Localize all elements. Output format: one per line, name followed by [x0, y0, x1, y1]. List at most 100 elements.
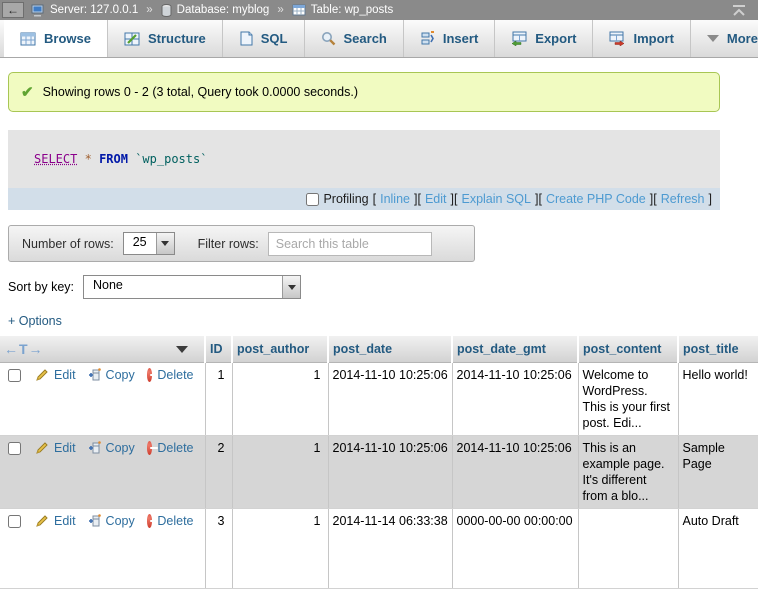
cell-id: 2 [205, 436, 232, 509]
tab-export[interactable]: Export [495, 20, 593, 57]
column-order-icon[interactable]: ←T→ [4, 341, 44, 357]
explain-sql-link[interactable]: Explain SQL [461, 192, 530, 206]
copy-row-link[interactable]: Copy [106, 440, 135, 456]
bracket: [ [538, 192, 541, 206]
table-row: Edit Copy Delete 1 1 2014-11-10 10:25:06… [0, 363, 758, 436]
breadcrumb-bar: ← Server: 127.0.0.1 » Database: myblog »… [0, 0, 758, 20]
chevron-down-icon [707, 35, 719, 42]
delete-row-link[interactable]: Delete [157, 367, 193, 383]
sort-by-key-row: Sort by key: None [8, 275, 758, 299]
sql-table-identifier: `wp_posts` [135, 152, 207, 166]
select-dropdown-button[interactable] [282, 276, 300, 298]
tab-browse[interactable]: Browse [4, 20, 108, 57]
edit-pencil-icon [35, 514, 49, 528]
select-dropdown-button[interactable] [156, 233, 174, 254]
back-arrow-icon: ← [7, 4, 19, 16]
cell-post-date-gmt: 2014-11-10 10:25:06 [452, 363, 578, 436]
sort-options-icon[interactable] [176, 346, 188, 353]
rows-per-page-select[interactable]: 25 [123, 232, 175, 255]
cell-id: 3 [205, 509, 232, 589]
sort-key-value: None [84, 276, 282, 298]
sort-key-select[interactable]: None [83, 275, 301, 299]
row-checkbox[interactable] [8, 369, 21, 382]
filter-rows-label: Filter rows: [198, 237, 259, 251]
edit-row-link[interactable]: Edit [54, 513, 76, 529]
delete-row-link[interactable]: Delete [157, 440, 193, 456]
row-checkbox[interactable] [8, 515, 21, 528]
cell-id: 1 [205, 363, 232, 436]
create-php-code-link[interactable]: Create PHP Code [546, 192, 646, 206]
bracket: [ [373, 192, 376, 206]
table-tab-bar: Browse Structure SQL Search Insert Expor… [0, 20, 758, 58]
breadcrumb-separator: » [146, 4, 152, 16]
cell-post-date: 2014-11-10 10:25:06 [328, 436, 452, 509]
column-header-post-date[interactable]: post_date [328, 336, 452, 363]
edit-row-link[interactable]: Edit [54, 440, 76, 456]
table-row: Edit Copy Delete 2 1 2014-11-10 10:25:06… [0, 436, 758, 509]
profiling-label: Profiling [323, 192, 368, 206]
column-header-post-date-gmt[interactable]: post_date_gmt [452, 336, 578, 363]
column-header-id[interactable]: ID [205, 336, 232, 363]
cell-post-content: Welcome to WordPress. This is your first… [578, 363, 678, 436]
edit-row-link[interactable]: Edit [54, 367, 76, 383]
breadcrumb-table[interactable]: Table: wp_posts [311, 4, 393, 16]
rows-per-page-value: 25 [124, 233, 156, 254]
options-toggle-link[interactable]: + Options [8, 314, 758, 328]
tab-structure[interactable]: Structure [108, 20, 223, 57]
tab-sql[interactable]: SQL [223, 20, 305, 57]
tab-sql-label: SQL [261, 31, 288, 46]
edit-pencil-icon [35, 368, 49, 382]
copy-row-link[interactable]: Copy [106, 513, 135, 529]
breadcrumb-database[interactable]: Database: myblog [177, 4, 270, 16]
tab-structure-label: Structure [148, 31, 206, 46]
copy-row-link[interactable]: Copy [106, 367, 135, 383]
cell-post-content: This is an example page. It's different … [578, 436, 678, 509]
tab-browse-label: Browse [44, 31, 91, 46]
copy-row-icon [88, 368, 101, 382]
cell-post-content [578, 509, 678, 589]
tab-insert[interactable]: Insert [404, 20, 495, 57]
cell-post-title: Auto Draft [678, 509, 758, 589]
number-of-rows-label: Number of rows: [22, 237, 114, 251]
edit-pencil-icon [35, 441, 49, 455]
table-icon [292, 4, 306, 16]
browse-icon [20, 32, 36, 46]
structure-icon [124, 32, 140, 46]
tab-export-label: Export [535, 31, 576, 46]
bracket: [ [417, 192, 420, 206]
column-header-post-author[interactable]: post_author [232, 336, 328, 363]
bracket: [ [454, 192, 457, 206]
copy-row-icon [88, 441, 101, 455]
tab-insert-label: Insert [443, 31, 478, 46]
tab-search[interactable]: Search [305, 20, 404, 57]
refresh-link[interactable]: Refresh [661, 192, 705, 206]
inline-link[interactable]: Inline [380, 192, 410, 206]
column-header-post-title[interactable]: post_title [678, 336, 758, 363]
tab-search-label: Search [344, 31, 387, 46]
sort-by-key-label: Sort by key: [8, 280, 74, 294]
tab-import-label: Import [633, 31, 673, 46]
filter-rows-input[interactable] [268, 232, 432, 256]
sql-keyword-select-link[interactable]: SELECT [34, 152, 77, 166]
delete-row-link[interactable]: Delete [157, 513, 193, 529]
back-arrow-button[interactable]: ← [2, 2, 24, 18]
breadcrumb: Server: 127.0.0.1 » Database: myblog » T… [31, 4, 393, 17]
column-header-post-content[interactable]: post_content [578, 336, 678, 363]
breadcrumb-server[interactable]: Server: 127.0.0.1 [50, 4, 138, 16]
profiling-checkbox[interactable] [306, 193, 319, 206]
sql-query-text: SELECT * FROM `wp_posts` [8, 130, 720, 188]
row-checkbox[interactable] [8, 442, 21, 455]
collapse-topbar-icon[interactable] [730, 4, 748, 17]
status-message-text: Showing rows 0 - 2 (3 total, Query took … [43, 85, 358, 99]
tab-more[interactable]: More [691, 20, 758, 57]
export-icon [511, 31, 527, 46]
cell-post-title: Sample Page [678, 436, 758, 509]
insert-icon [420, 31, 435, 46]
tab-import[interactable]: Import [593, 20, 690, 57]
sql-star: * [85, 152, 92, 166]
success-check-icon: ✔ [21, 83, 34, 101]
edit-query-link[interactable]: Edit [425, 192, 447, 206]
server-icon [31, 4, 45, 17]
delete-row-icon [147, 368, 153, 382]
delete-row-icon [147, 514, 153, 528]
